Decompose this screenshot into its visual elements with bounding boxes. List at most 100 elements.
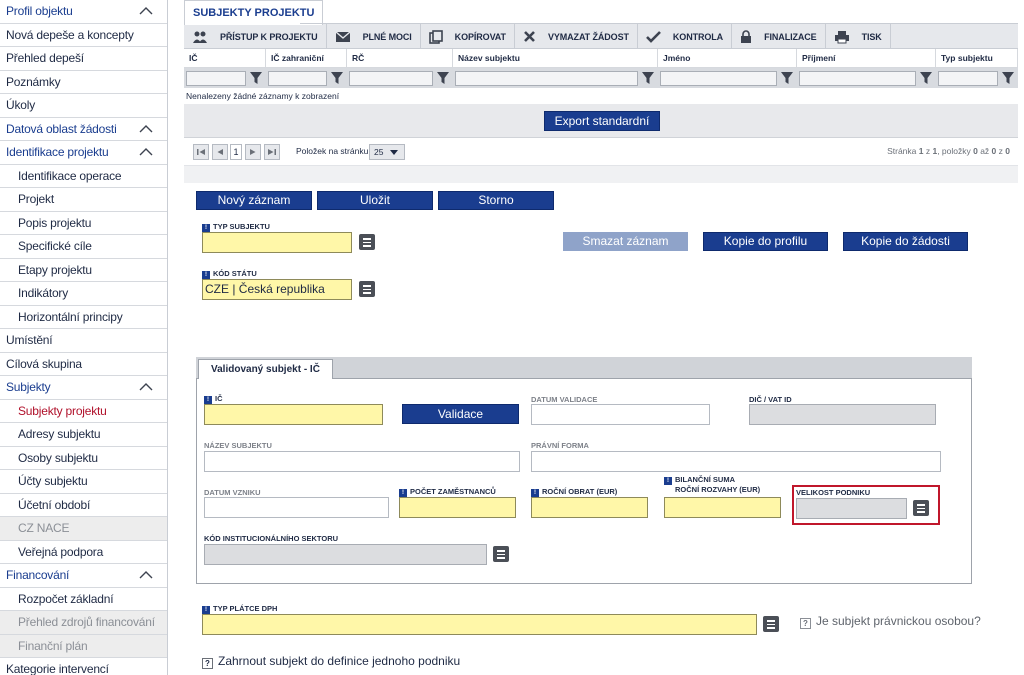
toolbar-button[interactable]: FINALIZACE xyxy=(732,24,826,49)
kod-statu-field[interactable]: CZE | Česká republika xyxy=(202,279,352,300)
toolbar-button-label: VYMAZAT ŽÁDOST xyxy=(547,31,629,42)
toolbar-button[interactable]: KOPÍROVAT xyxy=(421,24,515,49)
page-number[interactable]: 1 xyxy=(230,144,242,160)
sidebar-item[interactable]: Osoby subjektu xyxy=(0,447,167,470)
sidebar-item[interactable]: Přehled depeší xyxy=(0,47,167,71)
sidebar-item[interactable]: Popis projektu xyxy=(0,212,167,235)
chevron-up-icon[interactable] xyxy=(139,570,153,580)
list-icon[interactable] xyxy=(359,281,375,297)
sidebar-item[interactable]: Veřejná podpora xyxy=(0,541,167,564)
kod-sektoru-label: KÓD INSTITUCIONÁLNÍHO SEKTORU xyxy=(204,534,339,543)
zahrnout-checkbox[interactable]: ? Zahrnout subjekt do definice jednoho po… xyxy=(202,654,460,669)
toolbar-button[interactable]: TISK xyxy=(826,24,891,49)
list-icon[interactable] xyxy=(913,500,929,516)
column-header[interactable]: Jméno xyxy=(658,49,797,68)
sidebar-item-label: Veřejná podpora xyxy=(18,544,104,559)
sidebar-item[interactable]: Profil objektu xyxy=(0,0,167,24)
rocni-obrat-field[interactable] xyxy=(531,497,648,518)
prev-page-button[interactable] xyxy=(212,144,228,160)
chevron-up-icon[interactable] xyxy=(139,124,153,134)
column-header[interactable]: Příjmení xyxy=(797,49,936,68)
export-standard-button[interactable]: Export standardní xyxy=(544,111,660,131)
save-button[interactable]: Uložit xyxy=(317,191,433,210)
filter-input[interactable] xyxy=(349,70,433,86)
column-filter xyxy=(184,68,266,88)
filter-input[interactable] xyxy=(268,70,327,86)
copy-to-request-button[interactable]: Kopie do žádosti xyxy=(843,232,968,251)
sidebar-item[interactable]: Subjekty projektu xyxy=(0,400,167,423)
toolbar-button[interactable]: PLNÉ MOCI xyxy=(327,24,421,49)
sidebar-item[interactable]: Nová depeše a koncepty xyxy=(0,24,167,47)
sidebar-item[interactable]: Projekt xyxy=(0,188,167,212)
bilancni-suma-field[interactable] xyxy=(664,497,781,518)
filter-funnel-icon[interactable] xyxy=(641,71,655,85)
sidebar-item[interactable]: Horizontální principy xyxy=(0,306,167,329)
filter-input[interactable] xyxy=(799,70,916,86)
sidebar-item[interactable]: Rozpočet základní xyxy=(0,588,167,611)
new-record-button[interactable]: Nový záznam xyxy=(196,191,312,210)
filter-input[interactable] xyxy=(938,70,998,86)
column-header[interactable]: IČ xyxy=(184,49,266,68)
filter-funnel-icon[interactable] xyxy=(780,71,794,85)
sidebar-item[interactable]: Etapy projektu xyxy=(0,259,167,282)
chevron-up-icon[interactable] xyxy=(139,382,153,392)
sidebar-item[interactable]: Subjekty xyxy=(0,376,167,400)
sidebar-item[interactable]: Indikátory xyxy=(0,282,167,306)
column-header[interactable]: Název subjektu xyxy=(453,49,658,68)
column-header[interactable]: IČ zahraniční xyxy=(266,49,347,68)
sidebar-item[interactable]: Datová oblast žádosti xyxy=(0,118,167,141)
filter-funnel-icon[interactable] xyxy=(1001,71,1015,85)
last-page-button[interactable] xyxy=(264,144,280,160)
pocet-zamestnancu-field[interactable] xyxy=(399,497,516,518)
sidebar-item[interactable]: Poznámky xyxy=(0,71,167,94)
chevron-up-icon[interactable] xyxy=(139,147,153,157)
dic-label: DIČ / VAT ID xyxy=(749,395,792,404)
sidebar-item[interactable]: Umístění xyxy=(0,329,167,353)
toolbar-button[interactable]: PŘÍSTUP K PROJEKTU xyxy=(184,24,327,49)
tab-subjekty-projektu[interactable]: SUBJEKTY PROJEKTU xyxy=(184,0,324,25)
validate-button[interactable]: Validace xyxy=(402,404,519,424)
sidebar-item-label: Účetní období xyxy=(18,497,91,512)
list-icon[interactable] xyxy=(493,546,509,562)
last-page-icon xyxy=(268,149,276,155)
filter-input[interactable] xyxy=(455,70,638,86)
column-header[interactable]: Typ subjektu xyxy=(936,49,1018,68)
sidebar-item[interactable]: Adresy subjektu xyxy=(0,423,167,447)
datum-vzniku-field xyxy=(204,497,389,518)
next-page-button[interactable] xyxy=(245,144,261,160)
sidebar-item[interactable]: Financování xyxy=(0,564,167,588)
toolbar-button[interactable]: KONTROLA xyxy=(638,24,733,49)
sidebar-item[interactable]: Úkoly xyxy=(0,94,167,118)
filter-input[interactable] xyxy=(186,70,246,86)
filter-funnel-icon[interactable] xyxy=(919,71,933,85)
sidebar-item[interactable]: Účty subjektu xyxy=(0,470,167,494)
sidebar-item[interactable]: Identifikace projektu xyxy=(0,141,167,165)
sidebar-item[interactable]: Specifické cíle xyxy=(0,235,167,259)
filter-funnel-icon[interactable] xyxy=(330,71,344,85)
filter-funnel-icon[interactable] xyxy=(249,71,263,85)
chevron-up-icon[interactable] xyxy=(139,6,153,16)
sidebar-item-label: Identifikace projektu xyxy=(6,145,109,159)
copy-to-profile-button[interactable]: Kopie do profilu xyxy=(703,232,828,251)
filter-input[interactable] xyxy=(660,70,777,86)
cancel-button[interactable]: Storno xyxy=(438,191,554,210)
column-header[interactable]: RČ xyxy=(347,49,453,68)
delete-record-button: Smazat záznam xyxy=(563,232,688,251)
sidebar-item[interactable]: Kategorie intervencí xyxy=(0,658,167,675)
pravnicka-osoba-checkbox[interactable]: ? Je subjekt právnickou osobou? xyxy=(800,614,981,629)
list-icon[interactable] xyxy=(763,616,779,632)
ic-field[interactable] xyxy=(204,404,383,425)
toolbar-button[interactable]: VYMAZAT ŽÁDOST xyxy=(515,24,638,49)
filter-funnel-icon[interactable] xyxy=(436,71,450,85)
first-page-button[interactable] xyxy=(193,144,209,160)
typ-subjektu-field[interactable] xyxy=(202,232,352,253)
rocni-obrat-label: ! ROČNÍ OBRAT (EUR) xyxy=(531,487,617,497)
tab-validated-subject[interactable]: Validovaný subjekt - IČ xyxy=(198,359,333,379)
sidebar-item[interactable]: Účetní období xyxy=(0,494,167,517)
sidebar-item[interactable]: Cílová skupina xyxy=(0,353,167,376)
sidebar-item[interactable]: Identifikace operace xyxy=(0,165,167,188)
bilancni-suma-label: ! BILANČNÍ SUMA ROČNÍ ROZVAHY (EUR) xyxy=(664,475,760,494)
per-page-select[interactable]: 25 xyxy=(369,144,405,160)
list-icon[interactable] xyxy=(359,234,375,250)
typ-platce-dph-field[interactable] xyxy=(202,614,757,635)
